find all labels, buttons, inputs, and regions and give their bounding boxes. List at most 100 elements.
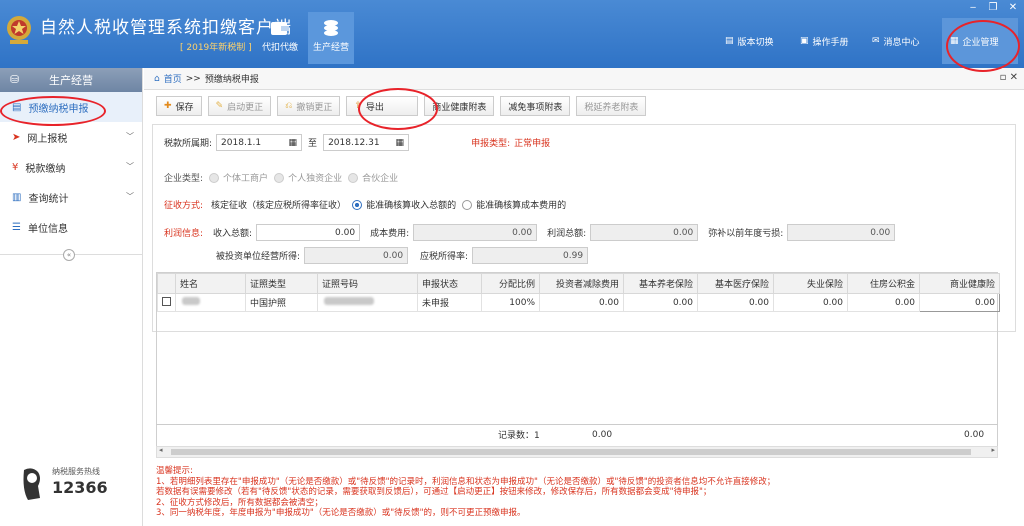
sidebar-item-online-declare[interactable]: ➤ 网上报税 ﹀ <box>0 122 142 152</box>
declare-type-value: 正常申报 <box>514 139 551 149</box>
sidebar-divider: « <box>0 249 143 261</box>
message-center-button[interactable]: ✉ 消息中心 <box>872 30 920 52</box>
breadcrumb-current: 预缴纳税申报 <box>204 75 259 85</box>
module-withholding[interactable]: 代扣代缴 <box>257 16 303 62</box>
row-checkbox[interactable] <box>162 296 171 306</box>
column-header[interactable]: 住房公积金 <box>847 273 920 294</box>
radio-sole-proprietorship[interactable] <box>274 172 285 183</box>
housing-cell: 0.00 <box>847 293 920 312</box>
summary-row: 记录数：1 0.00 0.00 <box>156 424 998 444</box>
start-correction-button[interactable]: ✎ 启动更正 <box>207 96 272 116</box>
sidebar-item-label: 税款缴纳 <box>25 163 66 175</box>
loss-label: 弥补以前年度亏损: <box>708 229 784 239</box>
period-from-value: 2018.1.1 <box>221 137 262 148</box>
id-type-cell: 中国护照 <box>245 293 318 312</box>
column-header[interactable]: 商业健康险 <box>919 273 1000 294</box>
cancel-correction-button[interactable]: ⎌ 撤销更正 <box>277 96 341 116</box>
restore-button[interactable]: ❐ <box>985 2 1001 14</box>
deduction-label: 减免事项附表 <box>508 102 563 113</box>
table-row[interactable]: 中国护照 未申报 100% 0.00 0.00 0.00 0.00 0.00 0… <box>157 293 1000 312</box>
main-content: ⌂ 首页 >> 预缴纳税申报 ▫ ✕ ✚ 保存 ✎ 启动更正 ⎌ 撤销更正 ⇪ 导出 商… <box>144 68 1024 526</box>
radio-cost-accurate[interactable] <box>462 199 473 210</box>
export-button[interactable]: ⇪ 导出 <box>346 96 419 116</box>
scroll-left-icon[interactable]: ◂ <box>159 446 163 454</box>
profit-row-2: 被投资单位经营所得: 0.00 应税所得率: 0.99 <box>216 247 589 264</box>
breadcrumb-home[interactable]: 首页 <box>164 72 182 85</box>
manual-button[interactable]: ▣ 操作手册 <box>800 30 849 52</box>
enterprise-management-button[interactable]: ▦ 企业管理 <box>942 18 1018 64</box>
chevron-down-icon: ﹀ <box>126 192 134 201</box>
column-header[interactable]: 证照类型 <box>245 273 318 294</box>
sidebar-item-query-stats[interactable]: ▥ 查询统计 ﹀ <box>0 182 142 212</box>
sidebar-header: ⛁ 生产经营 <box>0 68 142 92</box>
toolbar: ✚ 保存 ✎ 启动更正 ⎌ 撤销更正 ⇪ 导出 商业健康附表 减免事项附表 税延养老附表 <box>156 96 647 116</box>
period-label: 税款所属期: <box>164 139 213 149</box>
close-button[interactable]: ✕ <box>1005 2 1021 14</box>
save-button[interactable]: ✚ 保存 <box>156 96 202 116</box>
enterprise-type-option: 个体工商户 <box>223 174 269 184</box>
health-cell[interactable]: 0.00 <box>919 293 1000 312</box>
column-header[interactable]: 失业保险 <box>773 273 848 294</box>
tax-rate-field: 0.99 <box>472 247 589 264</box>
period-row: 税款所属期: 2018.1.1 ▦ 至 2018.12.31 ▦ 申报类型: 正常申… <box>164 134 550 151</box>
deduction-schedule-button[interactable]: 减免事项附表 <box>500 96 571 116</box>
loss-field: 0.00 <box>787 224 896 241</box>
enterprise-management-label: 企业管理 <box>962 37 999 48</box>
report-icon: ▥ <box>12 191 22 203</box>
calendar-icon: ▦ <box>288 137 298 148</box>
mail-icon: ✉ <box>872 36 880 46</box>
building-icon: ▦ <box>950 36 959 46</box>
panel-controls[interactable]: ▫ ✕ <box>1000 72 1018 83</box>
scroll-right-icon[interactable]: ▸ <box>991 446 995 454</box>
levy-method-text: 核定征收（核定应税所得率征收） <box>211 201 347 211</box>
scrollbar-thumb[interactable] <box>171 449 971 455</box>
minimize-button[interactable]: ‒ <box>965 2 981 14</box>
home-icon[interactable]: ⌂ <box>154 74 160 84</box>
record-count: 记录数：1 <box>498 431 540 441</box>
invested-income-label: 被投资单位经营所得: <box>216 252 301 262</box>
revenue-input[interactable]: 0.00 <box>256 224 361 241</box>
sidebar-item-prepay-declare[interactable]: ▤ 预缴纳税申报 <box>0 92 142 122</box>
ratio-cell: 100% <box>481 293 540 312</box>
column-header[interactable]: 分配比例 <box>481 273 540 294</box>
horizontal-scrollbar[interactable]: ◂ ▸ <box>156 446 998 458</box>
pension-schedule-button[interactable]: 税延养老附表 <box>576 96 647 116</box>
version-switch-button[interactable]: ▤ 版本切换 <box>725 30 774 52</box>
column-header[interactable]: 投资者减除费用 <box>539 273 624 294</box>
enterprise-type-option: 合伙企业 <box>362 174 399 184</box>
period-from-input[interactable]: 2018.1.1 ▦ <box>216 134 303 151</box>
health-insurance-schedule-button[interactable]: 商业健康附表 <box>424 96 495 116</box>
manual-icon: ▣ <box>800 36 809 46</box>
column-header[interactable]: 姓名 <box>175 273 246 294</box>
column-header[interactable]: 基本养老保险 <box>623 273 698 294</box>
app-title: 自然人税收管理系统扣缴客户端 <box>40 18 292 38</box>
sidebar: ⛁ 生产经营 ▤ 预缴纳税申报 ➤ 网上报税 ﹀ ¥ 税款缴纳 ﹀ ▥ 查询统计… <box>0 68 143 526</box>
sidebar-item-unit-info[interactable]: ☰ 单位信息 <box>0 212 142 242</box>
breadcrumb: ⌂ 首页 >> 预缴纳税申报 ▫ ✕ <box>144 68 1024 90</box>
column-header[interactable]: 证照号码 <box>317 273 418 294</box>
sidebar-item-label: 预缴纳税申报 <box>28 103 89 115</box>
radio-partnership[interactable] <box>348 172 359 183</box>
collapse-sidebar-icon[interactable]: « <box>63 249 75 261</box>
money-icon: ¥ <box>12 161 19 173</box>
manual-label: 操作手册 <box>812 37 849 48</box>
tips-block: 温馨提示: 1、若明细列表里存在"申报成功"（无论是否缴款）或"待反馈"的记录时… <box>156 466 1016 519</box>
start-correction-label: 启动更正 <box>227 102 264 113</box>
column-header[interactable]: 申报状态 <box>417 273 482 294</box>
sidebar-item-tax-payment[interactable]: ¥ 税款缴纳 ﹀ <box>0 152 142 182</box>
book-icon: ▤ <box>725 36 734 46</box>
deduct-cell: 0.00 <box>539 293 624 312</box>
module-production[interactable]: 生产经营 <box>308 12 354 64</box>
title-bar: 自然人税收管理系统扣缴客户端 [ 2019年新税制 ] 代扣代缴 生产经营 ▤ 版… <box>0 0 1024 68</box>
period-to-separator: 至 <box>308 139 318 149</box>
plus-icon: ✚ <box>164 101 172 111</box>
export-label: 导出 <box>365 102 384 113</box>
radio-revenue-accurate[interactable] <box>352 199 363 210</box>
sum-deduct: 0.00 <box>592 429 613 440</box>
column-header[interactable]: 基本医疗保险 <box>697 273 774 294</box>
period-to-input[interactable]: 2018.12.31 ▦ <box>323 134 410 151</box>
table-header-row: 姓名 证照类型 证照号码 申报状态 分配比例 投资者减除费用 基本养老保险 基本… <box>157 273 1000 294</box>
invested-income-field: 0.00 <box>304 247 409 264</box>
radio-individual-business[interactable] <box>209 172 220 183</box>
revenue-label: 收入总额: <box>213 229 253 239</box>
